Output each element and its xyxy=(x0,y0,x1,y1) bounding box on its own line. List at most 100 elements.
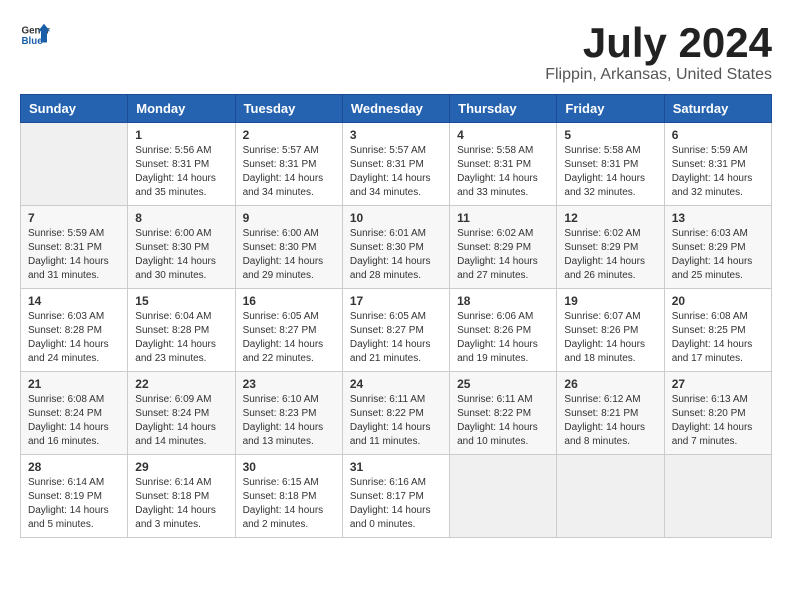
day-number: 21 xyxy=(28,377,120,391)
table-row: 25 Sunrise: 6:11 AM Sunset: 8:22 PM Dayli… xyxy=(450,372,557,455)
cell-data: Sunrise: 6:03 AM Sunset: 8:28 PM Dayligh… xyxy=(28,310,120,366)
table-row: 3Sunrise: 5:57 AM Sunset: 8:31 PM Daylig… xyxy=(342,123,449,206)
cell-data: Sunrise: 6:15 AM Sunset: 8:18 PM Dayligh… xyxy=(243,476,335,532)
cell-data: Sunrise: 6:11 AM Sunset: 8:22 PM Dayligh… xyxy=(457,393,549,449)
cell-data: Sunrise: 6:05 AM Sunset: 8:27 PM Dayligh… xyxy=(243,310,335,366)
calendar-week-row: 1 Sunrise: 5:56 AM Sunset: 8:31 PM Daylig… xyxy=(21,123,772,206)
cell-data: Sunrise: 6:06 AM Sunset: 8:26 PM Dayligh… xyxy=(457,310,549,366)
cell-data: Sunrise: 6:11 AM Sunset: 8:22 PM Dayligh… xyxy=(350,393,442,449)
day-number: 18 xyxy=(457,294,549,308)
calendar-week-row: 7 Sunrise: 5:59 AM Sunset: 8:31 PM Daylig… xyxy=(21,206,772,289)
col-tuesday: Tuesday xyxy=(235,95,342,123)
table-row: 5 Sunrise: 5:58 AM Sunset: 8:31 PM Daylig… xyxy=(557,123,664,206)
svg-text:Blue: Blue xyxy=(22,36,44,47)
table-row: 17 Sunrise: 6:05 AM Sunset: 8:27 PM Dayli… xyxy=(342,289,449,372)
day-number: 27 xyxy=(672,377,764,391)
header: General Blue July 2024 Flippin, Arkansas… xyxy=(20,20,772,84)
table-row: 11Sunrise: 6:02 AM Sunset: 8:29 PM Dayli… xyxy=(450,206,557,289)
cell-data: Sunrise: 5:57 AM Sunset: 8:31 PM Dayligh… xyxy=(243,144,335,200)
day-number: 28 xyxy=(28,460,120,474)
cell-data: Sunrise: 5:58 AM Sunset: 8:31 PM Dayligh… xyxy=(457,144,549,200)
table-row: 9 Sunrise: 6:00 AM Sunset: 8:30 PM Daylig… xyxy=(235,206,342,289)
day-number: 2 xyxy=(243,128,335,142)
table-row: 12 Sunrise: 6:02 AM Sunset: 8:29 PM Dayli… xyxy=(557,206,664,289)
day-number: 16 xyxy=(243,294,335,308)
day-number: 10 xyxy=(350,211,442,225)
table-row: 1 Sunrise: 5:56 AM Sunset: 8:31 PM Daylig… xyxy=(128,123,235,206)
table-row: 8 Sunrise: 6:00 AM Sunset: 8:30 PM Daylig… xyxy=(128,206,235,289)
table-row xyxy=(664,455,771,538)
cell-data: Sunrise: 6:14 AM Sunset: 8:19 PM Dayligh… xyxy=(28,476,120,532)
cell-data: Sunrise: 6:08 AM Sunset: 8:25 PM Dayligh… xyxy=(672,310,764,366)
cell-data: Sunrise: 6:08 AM Sunset: 8:24 PM Dayligh… xyxy=(28,393,120,449)
day-number: 25 xyxy=(457,377,549,391)
table-row: 20 Sunrise: 6:08 AM Sunset: 8:25 PM Dayli… xyxy=(664,289,771,372)
cell-data: Sunrise: 5:59 AM Sunset: 8:31 PM Dayligh… xyxy=(28,227,120,283)
day-number: 8 xyxy=(135,211,227,225)
col-friday: Friday xyxy=(557,95,664,123)
table-row: 22 Sunrise: 6:09 AM Sunset: 8:24 PM Dayli… xyxy=(128,372,235,455)
table-row: 19 Sunrise: 6:07 AM Sunset: 8:26 PM Dayli… xyxy=(557,289,664,372)
day-number: 5 xyxy=(564,128,656,142)
cell-data: Sunrise: 6:07 AM Sunset: 8:26 PM Dayligh… xyxy=(564,310,656,366)
calendar-week-row: 28 Sunrise: 6:14 AM Sunset: 8:19 PM Dayli… xyxy=(21,455,772,538)
day-number: 26 xyxy=(564,377,656,391)
calendar-table: Sunday Monday Tuesday Wednesday Thursday… xyxy=(20,94,772,538)
table-row: 14Sunrise: 6:03 AM Sunset: 8:28 PM Dayli… xyxy=(21,289,128,372)
calendar-body: 1 Sunrise: 5:56 AM Sunset: 8:31 PM Daylig… xyxy=(21,123,772,538)
day-number: 30 xyxy=(243,460,335,474)
col-monday: Monday xyxy=(128,95,235,123)
table-row: 28 Sunrise: 6:14 AM Sunset: 8:19 PM Dayli… xyxy=(21,455,128,538)
cell-data: Sunrise: 5:59 AM Sunset: 8:31 PM Dayligh… xyxy=(672,144,764,200)
col-saturday: Saturday xyxy=(664,95,771,123)
day-number: 6 xyxy=(672,128,764,142)
title-area: July 2024 Flippin, Arkansas, United Stat… xyxy=(545,20,772,84)
cell-data: Sunrise: 6:09 AM Sunset: 8:24 PM Dayligh… xyxy=(135,393,227,449)
day-number: 19 xyxy=(564,294,656,308)
cell-data: Sunrise: 6:05 AM Sunset: 8:27 PM Dayligh… xyxy=(350,310,442,366)
day-number: 7 xyxy=(28,211,120,225)
cell-data: Sunrise: 6:13 AM Sunset: 8:20 PM Dayligh… xyxy=(672,393,764,449)
day-number: 12 xyxy=(564,211,656,225)
table-row xyxy=(21,123,128,206)
location-subtitle: Flippin, Arkansas, United States xyxy=(545,66,772,84)
cell-data: Sunrise: 6:16 AM Sunset: 8:17 PM Dayligh… xyxy=(350,476,442,532)
day-number: 29 xyxy=(135,460,227,474)
table-row: 15Sunrise: 6:04 AM Sunset: 8:28 PM Dayli… xyxy=(128,289,235,372)
day-number: 24 xyxy=(350,377,442,391)
table-row: 21 Sunrise: 6:08 AM Sunset: 8:24 PM Dayli… xyxy=(21,372,128,455)
calendar-week-row: 21 Sunrise: 6:08 AM Sunset: 8:24 PM Dayli… xyxy=(21,372,772,455)
table-row: 6 Sunrise: 5:59 AM Sunset: 8:31 PM Daylig… xyxy=(664,123,771,206)
table-row: 24 Sunrise: 6:11 AM Sunset: 8:22 PM Dayli… xyxy=(342,372,449,455)
cell-data: Sunrise: 6:00 AM Sunset: 8:30 PM Dayligh… xyxy=(243,227,335,283)
table-row xyxy=(450,455,557,538)
cell-data: Sunrise: 6:03 AM Sunset: 8:29 PM Dayligh… xyxy=(672,227,764,283)
cell-data: Sunrise: 6:00 AM Sunset: 8:30 PM Dayligh… xyxy=(135,227,227,283)
cell-data: Sunrise: 6:14 AM Sunset: 8:18 PM Dayligh… xyxy=(135,476,227,532)
month-year-title: July 2024 xyxy=(545,20,772,66)
table-row xyxy=(557,455,664,538)
day-number: 20 xyxy=(672,294,764,308)
day-number: 1 xyxy=(135,128,227,142)
day-number: 17 xyxy=(350,294,442,308)
col-thursday: Thursday xyxy=(450,95,557,123)
day-number: 22 xyxy=(135,377,227,391)
calendar-week-row: 14Sunrise: 6:03 AM Sunset: 8:28 PM Dayli… xyxy=(21,289,772,372)
header-row: Sunday Monday Tuesday Wednesday Thursday… xyxy=(21,95,772,123)
day-number: 13 xyxy=(672,211,764,225)
col-wednesday: Wednesday xyxy=(342,95,449,123)
cell-data: Sunrise: 6:01 AM Sunset: 8:30 PM Dayligh… xyxy=(350,227,442,283)
table-row: 23Sunrise: 6:10 AM Sunset: 8:23 PM Dayli… xyxy=(235,372,342,455)
cell-data: Sunrise: 6:02 AM Sunset: 8:29 PM Dayligh… xyxy=(564,227,656,283)
day-number: 31 xyxy=(350,460,442,474)
logo-icon: General Blue xyxy=(20,20,50,50)
table-row: 4Sunrise: 5:58 AM Sunset: 8:31 PM Daylig… xyxy=(450,123,557,206)
cell-data: Sunrise: 5:56 AM Sunset: 8:31 PM Dayligh… xyxy=(135,144,227,200)
table-row: 16 Sunrise: 6:05 AM Sunset: 8:27 PM Dayli… xyxy=(235,289,342,372)
table-row: 26Sunrise: 6:12 AM Sunset: 8:21 PM Dayli… xyxy=(557,372,664,455)
logo: General Blue xyxy=(20,20,50,50)
cell-data: Sunrise: 5:57 AM Sunset: 8:31 PM Dayligh… xyxy=(350,144,442,200)
calendar-header: Sunday Monday Tuesday Wednesday Thursday… xyxy=(21,95,772,123)
day-number: 9 xyxy=(243,211,335,225)
cell-data: Sunrise: 5:58 AM Sunset: 8:31 PM Dayligh… xyxy=(564,144,656,200)
